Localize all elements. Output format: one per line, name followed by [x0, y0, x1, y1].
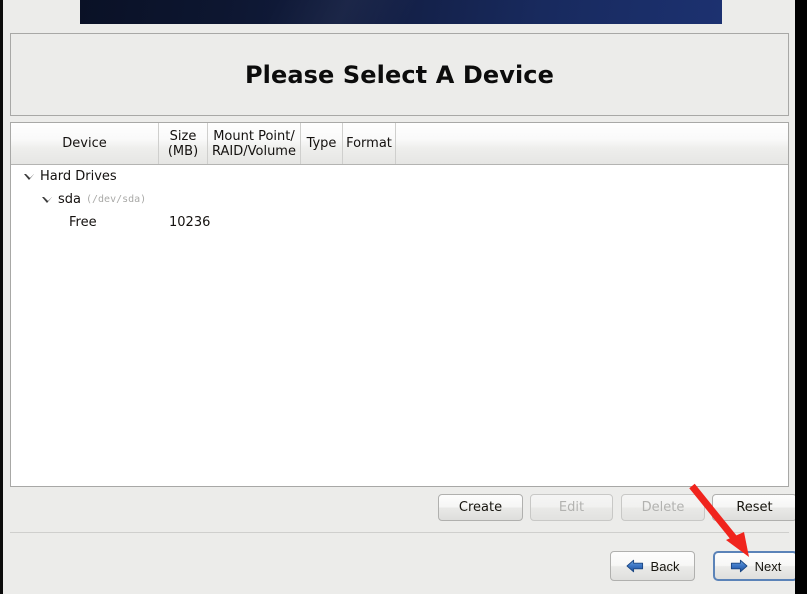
arrow-left-icon [626, 559, 643, 573]
page-title: Please Select A Device [244, 60, 555, 89]
next-button-label: Next [754, 558, 782, 574]
header-banner [80, 0, 722, 24]
tree-expander-icon[interactable] [22, 169, 37, 184]
column-header-format[interactable]: Format [343, 123, 396, 164]
back-button[interactable]: Back [610, 551, 695, 581]
device-name: sda [58, 192, 81, 207]
column-header-size-label: Size (MB) [167, 128, 199, 159]
reset-button[interactable]: Reset [712, 494, 795, 521]
right-edge-strip [795, 0, 807, 594]
title-panel: Please Select A Device [10, 33, 789, 116]
column-header-mount-point[interactable]: Mount Point/ RAID/Volume [208, 123, 301, 164]
column-header-device[interactable]: Device [11, 123, 159, 164]
device-table[interactable]: Device Size (MB) Mount Point/ RAID/Volum… [10, 122, 789, 487]
column-header-type[interactable]: Type [301, 123, 343, 164]
device-name: Free [69, 215, 97, 230]
table-row[interactable]: sda (/dev/sda) [11, 188, 788, 211]
table-header-row: Device Size (MB) Mount Point/ RAID/Volum… [11, 123, 788, 165]
device-size: 10236 [169, 215, 211, 230]
column-header-size[interactable]: Size (MB) [159, 123, 208, 164]
arrow-right-icon [730, 559, 748, 573]
device-name: Hard Drives [40, 169, 117, 184]
edit-button[interactable]: Edit [530, 494, 613, 521]
delete-button[interactable]: Delete [621, 494, 705, 521]
nav-separator [10, 532, 789, 533]
column-header-spacer [396, 123, 788, 164]
device-path: (/dev/sda) [86, 194, 147, 205]
column-header-mount-point-label: Mount Point/ RAID/Volume [212, 128, 296, 159]
banner-sheen [80, 0, 722, 24]
column-header-device-label: Device [62, 136, 107, 151]
table-row[interactable]: Hard Drives [11, 165, 788, 188]
table-row[interactable]: Free 10236 [11, 211, 788, 234]
column-header-format-label: Format [346, 136, 392, 151]
create-button[interactable]: Create [438, 494, 523, 521]
installer-window: Please Select A Device Device Size (MB) … [3, 0, 795, 594]
column-header-type-label: Type [306, 136, 337, 151]
next-button[interactable]: Next [713, 551, 795, 581]
tree-expander-icon[interactable] [40, 192, 55, 207]
back-button-label: Back [650, 558, 680, 574]
table-body: Hard Drives sda (/dev/sda) Free 10236 [11, 165, 788, 486]
